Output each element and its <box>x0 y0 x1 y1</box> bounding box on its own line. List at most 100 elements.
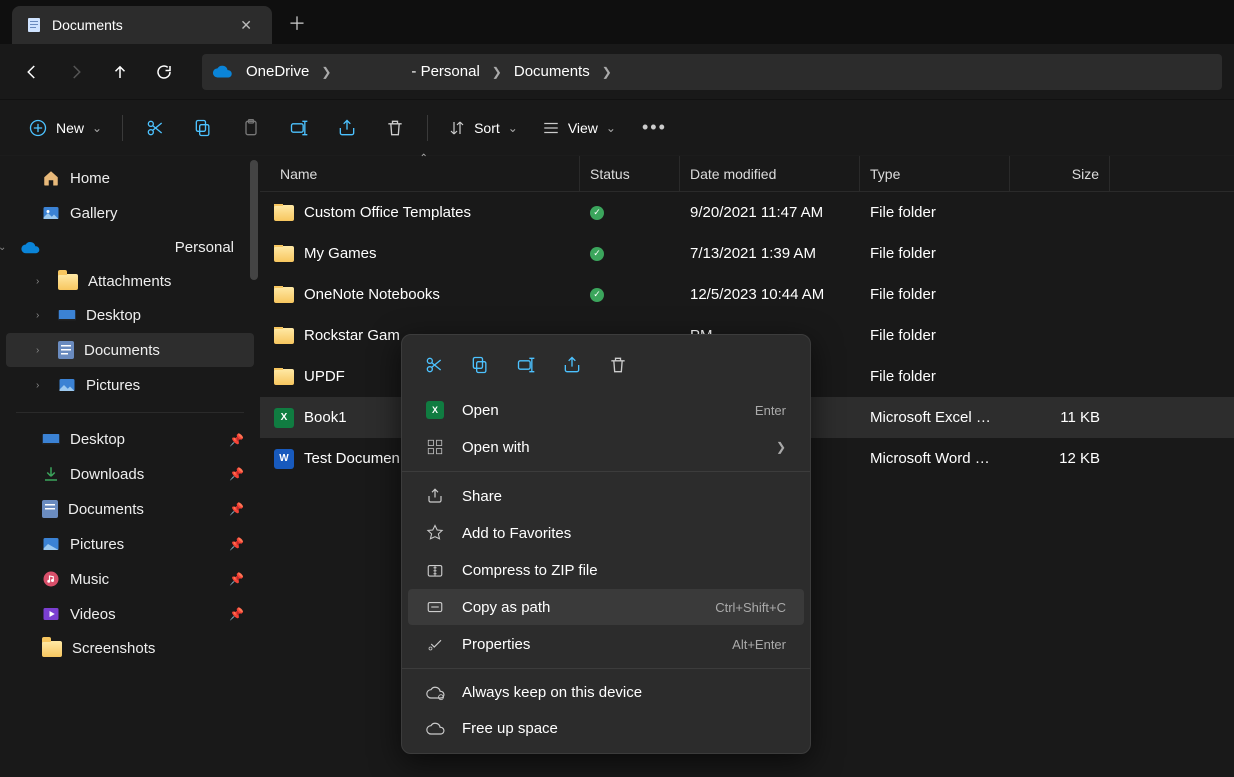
crumb-personal[interactable]: - Personal <box>407 61 483 82</box>
sidebar-item-documents[interactable]: › Documents <box>6 333 254 367</box>
view-button[interactable]: View ⌄ <box>532 113 626 143</box>
sidebar-label: Documents <box>84 342 160 359</box>
column-size[interactable]: Size <box>1010 156 1110 191</box>
file-row[interactable]: Custom Office Templates ✓ 9/20/2021 11:47 … <box>260 192 1234 233</box>
close-icon[interactable]: ✕ <box>234 15 258 36</box>
pin-icon: 📌 <box>229 433 244 447</box>
address-field[interactable]: OneDrive ❯ - Personal ❯ Documents ❯ <box>202 54 1222 90</box>
cut-button[interactable] <box>133 112 177 144</box>
sidebar-label: Downloads <box>70 466 144 483</box>
ellipsis-icon: ••• <box>642 117 667 138</box>
scrollbar[interactable] <box>250 160 258 280</box>
clipboard-icon <box>241 118 261 138</box>
copy-button[interactable] <box>181 112 225 144</box>
ctx-compress[interactable]: Compress to ZIP file <box>408 552 804 588</box>
status-synced-icon: ✓ <box>590 247 604 261</box>
desktop-icon <box>58 309 76 323</box>
sidebar-item-desktop[interactable]: › Desktop <box>6 299 254 332</box>
file-name: UPDF <box>304 368 345 385</box>
pin-icon: 📌 <box>229 467 244 481</box>
new-button[interactable]: New ⌄ <box>18 112 112 144</box>
crumb-onedrive[interactable]: OneDrive <box>242 61 313 82</box>
ctx-open-with[interactable]: Open with ❯ <box>408 429 804 465</box>
status-synced-icon: ✓ <box>590 206 604 220</box>
folder-icon <box>274 205 294 221</box>
ctx-free-up[interactable]: Free up space <box>408 711 804 746</box>
rename-button[interactable] <box>277 112 321 144</box>
file-row[interactable]: OneNote Notebooks✓12/5/2023 10:44 AMFile… <box>260 274 1234 315</box>
sort-button[interactable]: Sort ⌄ <box>438 113 528 143</box>
more-button[interactable]: ••• <box>630 111 679 144</box>
tab-documents[interactable]: Documents ✕ <box>12 6 272 44</box>
sidebar-item-personal[interactable]: ⌄ Personal <box>6 231 254 264</box>
ctx-label: Always keep on this device <box>462 684 786 701</box>
delete-button[interactable] <box>373 112 417 144</box>
ctx-copy-path[interactable]: Copy as path Ctrl+Shift+C <box>408 589 804 625</box>
ctx-rename-button[interactable] <box>504 347 548 383</box>
sidebar-item-pictures[interactable]: › Pictures <box>6 368 254 402</box>
chevron-right-icon: ❯ <box>321 65 331 79</box>
forward-button[interactable] <box>56 52 96 92</box>
ctx-label: Free up space <box>462 720 786 737</box>
music-icon <box>42 570 60 588</box>
new-tab-button[interactable]: ＋ <box>272 2 322 44</box>
ctx-shortcut: Enter <box>755 403 786 418</box>
file-name: Custom Office Templates <box>304 204 471 221</box>
file-size: 12 KB <box>1010 450 1110 467</box>
share-button[interactable] <box>325 112 369 144</box>
quickaccess-desktop[interactable]: Desktop 📌 <box>6 423 254 456</box>
column-name[interactable]: ⌃Name <box>260 156 580 191</box>
quickaccess-documents[interactable]: Documents 📌 <box>6 492 254 526</box>
column-label: Type <box>870 166 900 182</box>
chevron-right-icon: ❯ <box>776 440 786 454</box>
file-type: Microsoft Excel W… <box>860 409 1010 426</box>
file-row[interactable]: My Games✓7/13/2021 1:39 AMFile folder <box>260 233 1234 274</box>
file-name: My Games <box>304 245 377 262</box>
quickaccess-pictures[interactable]: Pictures 📌 <box>6 527 254 561</box>
back-button[interactable] <box>12 52 52 92</box>
sidebar-label: Pictures <box>70 536 124 553</box>
file-type: Microsoft Word D… <box>860 450 1010 467</box>
file-name: Book1 <box>304 409 347 426</box>
scissors-icon <box>145 118 165 138</box>
file-type: File folder <box>860 245 1010 262</box>
column-status[interactable]: Status <box>580 156 680 191</box>
scissors-icon <box>424 355 444 375</box>
ctx-share[interactable]: Share <box>408 478 804 514</box>
folder-icon <box>58 274 78 290</box>
ctx-properties[interactable]: Properties Alt+Enter <box>408 626 804 662</box>
video-icon <box>42 605 60 623</box>
trash-icon <box>608 355 628 375</box>
column-date[interactable]: Date modified <box>680 156 860 191</box>
pictures-icon <box>42 535 60 553</box>
file-name: OneNote Notebooks <box>304 286 440 303</box>
ctx-cut-button[interactable] <box>412 347 456 383</box>
quickaccess-videos[interactable]: Videos 📌 <box>6 597 254 631</box>
file-type: File folder <box>860 204 1010 221</box>
up-button[interactable] <box>100 52 140 92</box>
ctx-label: Compress to ZIP file <box>462 562 786 579</box>
ctx-share-button[interactable] <box>550 347 594 383</box>
sidebar-item-attachments[interactable]: › Attachments <box>6 265 254 298</box>
quickaccess-music[interactable]: Music 📌 <box>6 562 254 596</box>
column-label: Status <box>590 166 630 182</box>
file-date: 9/20/2021 11:47 AM <box>680 204 860 221</box>
paste-button[interactable] <box>229 112 273 144</box>
ctx-favorites[interactable]: Add to Favorites <box>408 515 804 551</box>
refresh-button[interactable] <box>144 52 184 92</box>
ctx-copy-button[interactable] <box>458 347 502 383</box>
sidebar-item-home[interactable]: Home <box>6 161 254 195</box>
ctx-always-keep[interactable]: Always keep on this device <box>408 675 804 710</box>
quickaccess-screenshots[interactable]: Screenshots <box>6 632 254 665</box>
crumb-documents[interactable]: Documents <box>510 61 594 82</box>
ctx-delete-button[interactable] <box>596 347 640 383</box>
sidebar-item-gallery[interactable]: Gallery <box>6 196 254 230</box>
folder-icon <box>42 641 62 657</box>
ctx-open[interactable]: X Open Enter <box>408 392 804 428</box>
sidebar-label: Desktop <box>70 431 125 448</box>
chevron-down-icon: ⌄ <box>0 242 10 253</box>
onedrive-icon <box>212 64 234 80</box>
column-type[interactable]: Type <box>860 156 1010 191</box>
quickaccess-downloads[interactable]: Downloads 📌 <box>6 457 254 491</box>
file-type: File folder <box>860 368 1010 385</box>
